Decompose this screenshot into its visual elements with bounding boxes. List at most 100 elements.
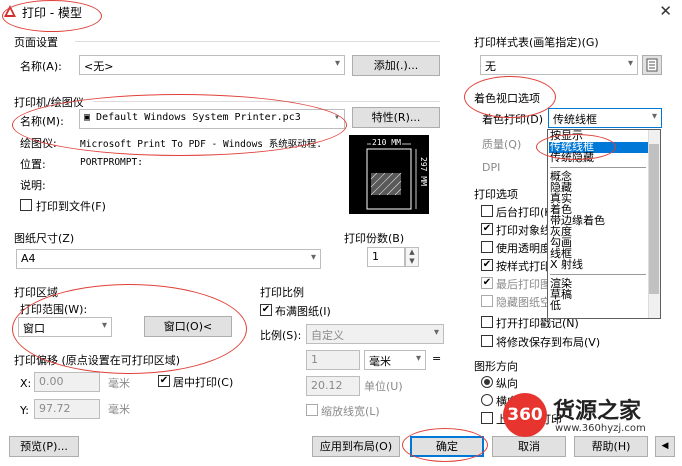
fit-to-paper-label: 布满图纸(I) — [275, 305, 331, 318]
collapse-arrow-button[interactable]: ◀ — [655, 436, 675, 457]
paper-size-combo[interactable]: A4 ▾ — [16, 249, 321, 269]
location-value: PORTPROMPT: — [80, 157, 143, 168]
close-icon[interactable]: ✕ — [659, 2, 672, 20]
chevron-down-icon: ▾ — [334, 58, 340, 69]
scale-lineweights-checkbox[interactable] — [306, 404, 318, 416]
scale-unit-combo[interactable]: 毫米 ▾ — [364, 350, 426, 370]
help-button[interactable]: 帮助(H) — [574, 436, 648, 457]
plot-option-checkbox[interactable]: ✔ — [481, 277, 493, 289]
page-setup-name-combo[interactable]: <无> ▾ — [79, 55, 345, 75]
plot-option-label: 按样式打印 — [496, 260, 551, 273]
annotation-ellipse — [536, 134, 616, 160]
fit-to-paper-checkbox[interactable]: ✔ — [260, 304, 272, 316]
scale-value1-input[interactable]: 1 — [306, 350, 360, 370]
chevron-down-icon: ▾ — [627, 58, 633, 69]
dropdown-scrollbar[interactable] — [648, 130, 660, 318]
center-plot-label: 居中打印(C) — [173, 376, 234, 389]
plot-option-label: 隐藏图纸空 — [496, 296, 551, 309]
plot-option-checkbox[interactable]: ✔ — [481, 223, 493, 235]
scale-ratio-value: 自定义 — [311, 329, 344, 342]
location-label: 位置: — [20, 158, 46, 171]
plot-to-file-label: 打印到文件(F) — [36, 200, 106, 213]
chevron-down-icon: ▾ — [651, 111, 657, 122]
dpi-label: DPI — [482, 161, 501, 174]
scale-unit1: 毫米 — [369, 355, 391, 368]
chevron-left-icon: ◀ — [661, 441, 669, 451]
plot-option-checkbox[interactable]: ✔ — [481, 259, 493, 271]
page-setup-group-label: 页面设置 — [14, 36, 58, 49]
annotation-ellipse — [12, 94, 347, 156]
annotation-ellipse — [402, 428, 488, 462]
offset-x-value: 0.00 — [39, 375, 64, 388]
dropdown-separator — [550, 167, 646, 168]
plot-option-checkbox[interactable] — [481, 316, 493, 328]
plot-style-value: 无 — [485, 60, 496, 73]
printer-properties-button[interactable]: 特性(R)... — [352, 107, 440, 128]
plot-style-combo[interactable]: 无 ▾ — [480, 55, 638, 75]
plot-option-label: 将修改保存到布局(V) — [496, 336, 601, 349]
scale-group-label: 打印比例 — [260, 286, 304, 299]
plot-option-checkbox[interactable] — [481, 205, 493, 217]
dropdown-item[interactable]: 低 — [550, 300, 561, 311]
chevron-down-icon: ▾ — [415, 353, 421, 364]
dropdown-item[interactable]: X 射线 — [550, 259, 583, 270]
offset-x-unit: 毫米 — [108, 377, 130, 390]
paper-height-label: 297 MM — [419, 157, 428, 186]
offset-y-unit: 毫米 — [108, 403, 130, 416]
scale-equals: = — [432, 352, 442, 365]
paper-size-value: A4 — [21, 252, 36, 265]
shade-plot-combo[interactable]: 传统线框 ▾ — [548, 108, 662, 128]
plot-option-checkbox[interactable] — [481, 241, 493, 253]
plot-dialog: 打印 - 模型 ✕ 页面设置 名称(A): <无> ▾ 添加(.)... 打印机/… — [0, 0, 682, 466]
orientation-group-label: 图形方向 — [474, 360, 518, 373]
offset-x-label: X: — [20, 377, 32, 390]
upside-down-checkbox[interactable] — [481, 412, 493, 424]
dropdown-separator — [550, 274, 646, 275]
watermark-brand: 货源之家 — [553, 399, 642, 424]
scale-ratio-label: 比例(S): — [260, 329, 302, 342]
paper-size-group-label: 图纸尺寸(Z) — [14, 232, 75, 245]
edit-plot-style-button[interactable] — [642, 55, 662, 75]
offset-y-input[interactable]: 97.72 — [34, 399, 100, 419]
plot-options-group-label: 打印选项 — [474, 188, 518, 201]
copies-input[interactable]: 1 — [367, 247, 405, 267]
watermark: 360 货源之家 www.360hyzj.com — [503, 393, 671, 437]
preview-button[interactable]: 预览(P)... — [9, 436, 79, 457]
plot-style-group-label: 打印样式表(画笔指定)(G) — [474, 36, 599, 49]
landscape-radio[interactable] — [481, 394, 493, 406]
shade-plot-value: 传统线框 — [553, 113, 597, 126]
offset-x-input[interactable]: 0.00 — [34, 372, 100, 392]
plot-option-checkbox[interactable] — [481, 335, 493, 347]
scale-lineweights-label: 缩放线宽(L) — [321, 405, 380, 418]
offset-y-value: 97.72 — [39, 402, 71, 415]
plot-option-checkbox[interactable] — [481, 295, 493, 307]
copies-spinner[interactable]: ▲ ▼ — [405, 247, 419, 267]
dropdown-scroll-thumb[interactable] — [649, 144, 659, 294]
paper-width-label: 210 MM — [371, 138, 402, 147]
annotation-ellipse — [12, 284, 247, 374]
cancel-button[interactable]: 取消 — [492, 436, 566, 457]
apply-to-layout-button[interactable]: 应用到布局(O) — [312, 436, 400, 457]
plot-to-file-checkbox[interactable] — [20, 199, 32, 211]
offset-y-label: Y: — [20, 404, 29, 417]
annotation-ellipse — [2, 0, 102, 32]
edit-style-icon — [646, 58, 658, 72]
quality-label: 质量(Q) — [482, 138, 522, 151]
page-setup-name-label: 名称(A): — [20, 60, 62, 73]
portrait-label: 纵向 — [496, 377, 518, 390]
paper-preview: 210 MM 297 MM — [349, 135, 429, 214]
copies-group-label: 打印份数(B) — [344, 232, 405, 245]
scale-value2-input[interactable]: 20.12 — [306, 376, 360, 396]
center-plot-checkbox[interactable]: ✔ — [158, 375, 170, 387]
chevron-down-icon: ▾ — [433, 327, 439, 338]
annotation-ellipse — [464, 76, 556, 118]
scale-value1: 1 — [311, 353, 318, 366]
scale-value2: 20.12 — [311, 379, 343, 392]
portrait-radio[interactable] — [481, 376, 493, 388]
watermark-url: www.360hyzj.com — [555, 423, 646, 434]
plot-option-label: 使用透明度 — [496, 242, 551, 255]
add-page-setup-button[interactable]: 添加(.)... — [352, 55, 440, 76]
chevron-down-icon: ▾ — [310, 252, 316, 263]
description-label: 说明: — [20, 179, 46, 192]
scale-ratio-combo[interactable]: 自定义 ▾ — [306, 324, 444, 344]
